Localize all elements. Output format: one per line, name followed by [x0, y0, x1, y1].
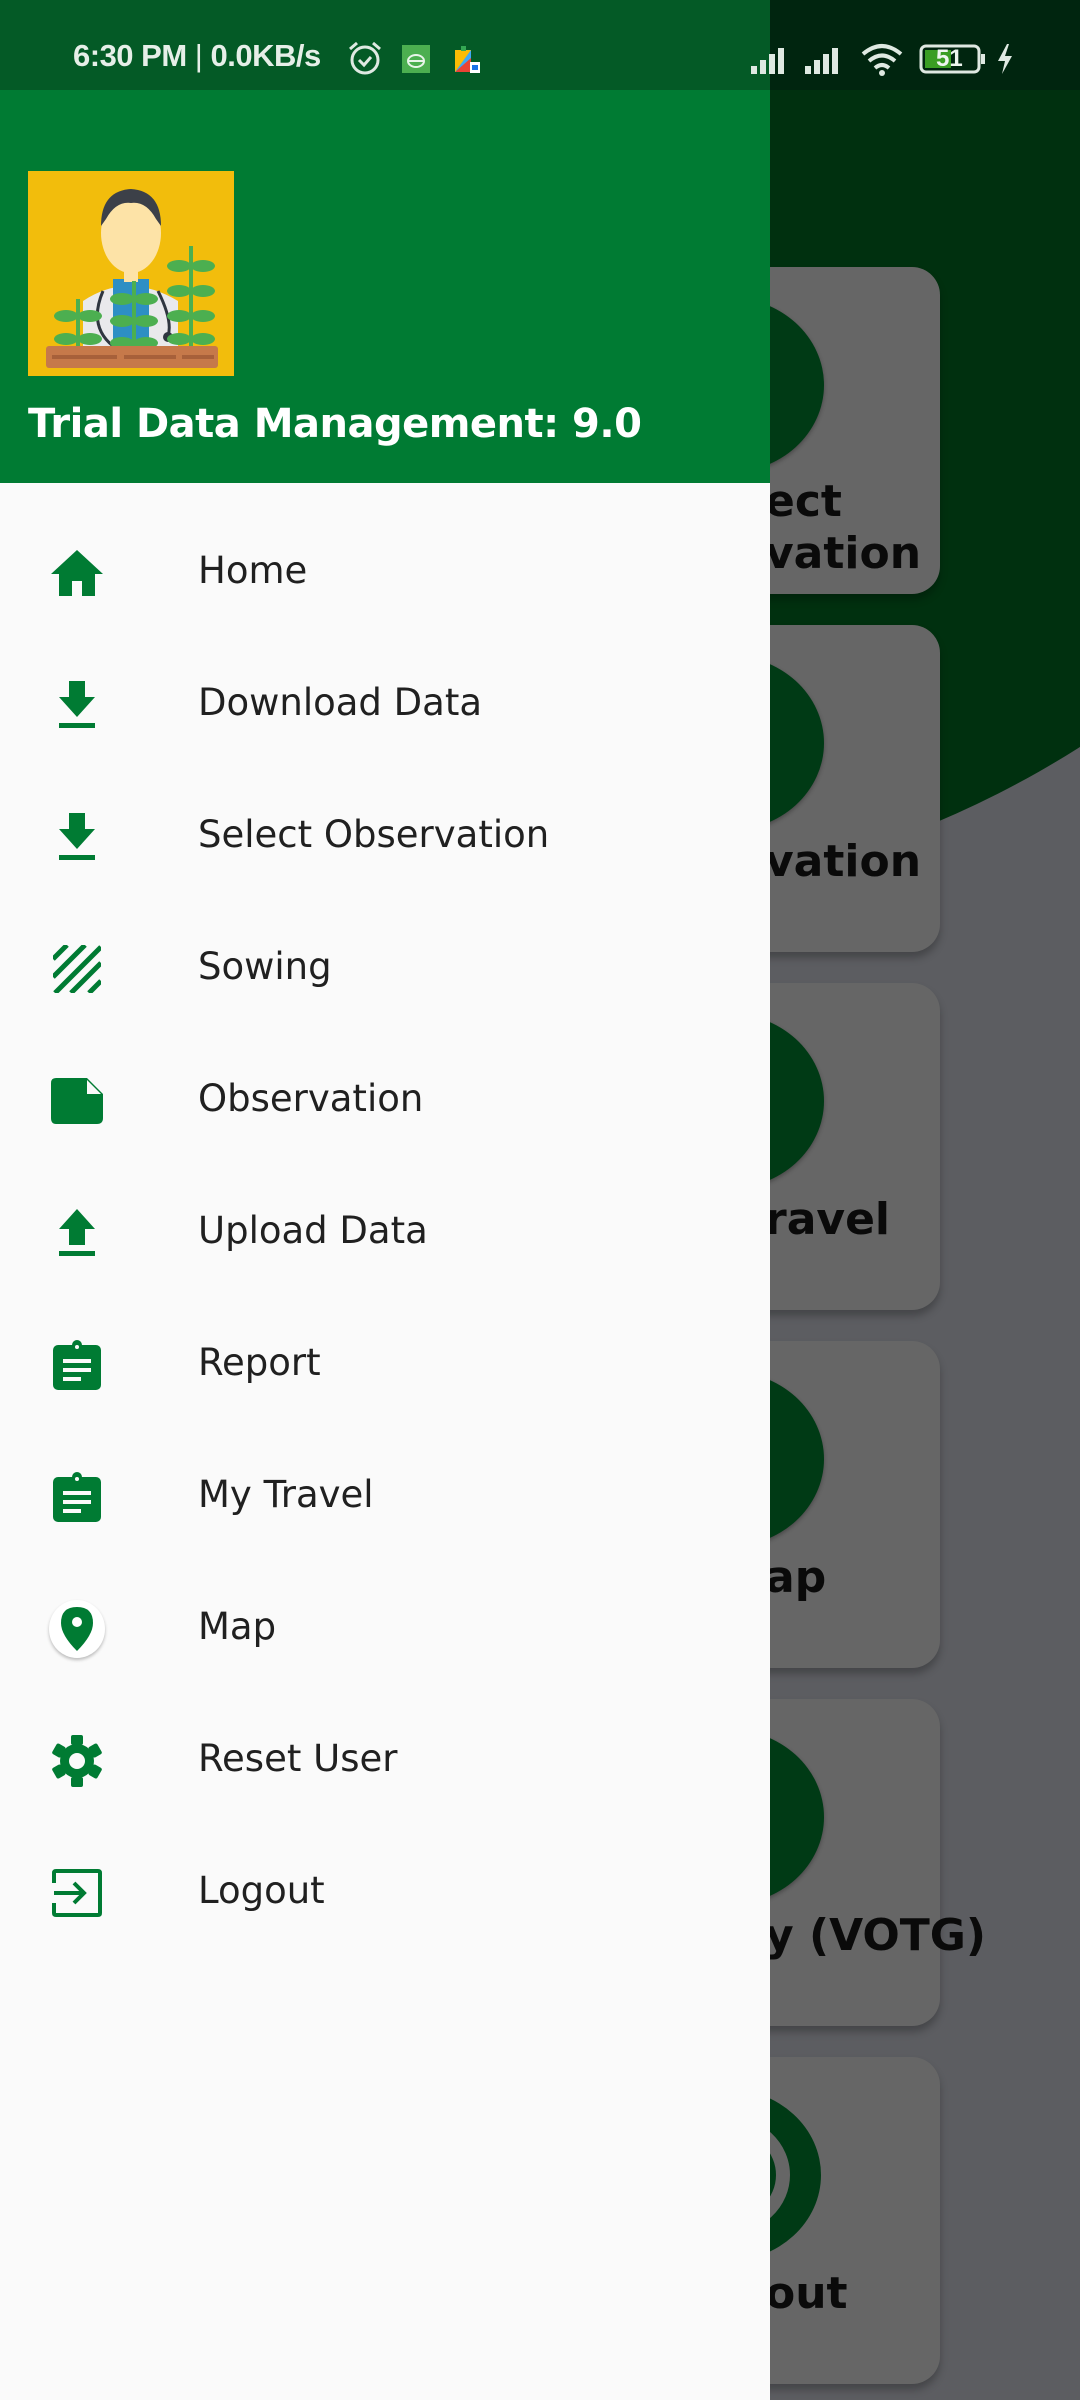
location-pin-icon — [49, 1600, 105, 1658]
status-time: 6:30 PM | 0.0KB/s — [73, 38, 321, 73]
menu-item-label: Reset User — [198, 1737, 398, 1780]
menu-item-select-observation[interactable]: Select Observation — [0, 771, 770, 903]
farmer-doctor-avatar — [28, 171, 234, 376]
gear-icon — [49, 1733, 105, 1789]
menu-item-label: Sowing — [198, 945, 332, 988]
exit-icon — [49, 1865, 105, 1921]
wifi-icon — [861, 42, 903, 81]
home-icon — [49, 545, 105, 601]
card-label: ap — [765, 1552, 827, 1603]
signal-icon — [805, 44, 845, 79]
android-app-icon — [402, 45, 430, 78]
menu-item-reset-user[interactable]: Reset User — [0, 1695, 770, 1827]
card-label: vation — [765, 528, 922, 579]
signal-icon — [751, 44, 791, 79]
card-label: vation — [765, 836, 922, 887]
menu-item-observation[interactable]: Observation — [0, 1035, 770, 1167]
card-label: out — [765, 2268, 848, 2319]
battery-level: 51 — [936, 45, 963, 72]
menu-item-upload-data[interactable]: Upload Data — [0, 1167, 770, 1299]
menu-item-label: My Travel — [198, 1473, 374, 1516]
navigation-drawer: Trial Data Management: 9.0 Home Download… — [0, 90, 770, 2400]
status-bar: 6:30 PM | 0.0KB/s 51 — [0, 0, 1080, 90]
drawer-title: Trial Data Management: 9.0 — [28, 401, 642, 447]
card-label: ravel — [765, 1194, 890, 1245]
menu-item-label: Select Observation — [198, 813, 550, 856]
menu-item-label: Report — [198, 1341, 321, 1384]
charging-icon — [996, 44, 1014, 79]
menu-item-sowing[interactable]: Sowing — [0, 903, 770, 1035]
alarm-icon — [347, 40, 383, 81]
menu-item-report[interactable]: Report — [0, 1299, 770, 1431]
card-label: y (VOTG) — [765, 1910, 987, 1961]
menu-item-label: Map — [198, 1605, 277, 1648]
menu-item-logout[interactable]: Logout — [0, 1827, 770, 1959]
texture-lines-icon — [49, 941, 105, 997]
menu-item-download-data[interactable]: Download Data — [0, 639, 770, 771]
menu-item-label: Home — [198, 549, 308, 592]
clipboard-icon — [49, 1337, 105, 1393]
menu-item-label: Upload Data — [198, 1209, 428, 1252]
menu-item-label: Download Data — [198, 681, 483, 724]
note-icon — [49, 1073, 105, 1129]
menu-item-map[interactable]: Map — [0, 1563, 770, 1695]
clipboard-icon — [49, 1469, 105, 1525]
download-icon — [49, 677, 105, 733]
battery-icon: 51 — [919, 44, 989, 79]
download-icon — [49, 809, 105, 865]
play-services-icon — [453, 44, 483, 81]
menu-item-home[interactable]: Home — [0, 507, 770, 639]
menu-item-my-travel[interactable]: My Travel — [0, 1431, 770, 1563]
drawer-menu: Home Download Data Select Observation So… — [0, 507, 770, 1959]
drawer-header: Trial Data Management: 9.0 — [0, 90, 770, 483]
menu-item-label: Observation — [198, 1077, 424, 1120]
upload-icon — [49, 1205, 105, 1261]
menu-item-label: Logout — [198, 1869, 325, 1912]
card-label: ect — [765, 476, 842, 527]
